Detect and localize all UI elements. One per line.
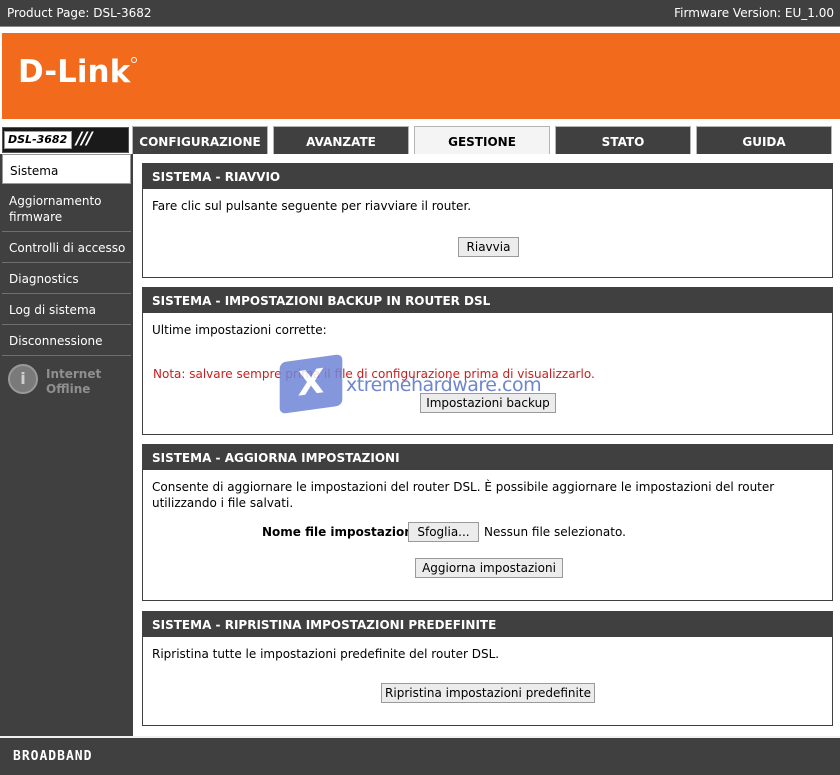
section-text: Consente di aggiornare le impostazioni d… [152, 480, 775, 510]
sidebar-item-sistema[interactable]: Sistema [2, 154, 131, 184]
section-aggiorna: SISTEMA - AGGIORNA IMPOSTAZIONI Consente… [142, 444, 833, 601]
tab-avanzate[interactable]: AVANZATE [273, 126, 409, 154]
firmware-version-label: Firmware Version: EU_1.00 [674, 6, 834, 20]
tab-stato[interactable]: STATO [555, 126, 691, 154]
aggiorna-impostazioni-button[interactable]: Aggiorna impostazioni [415, 558, 563, 578]
sidebar-item-diagnostics[interactable]: Diagnostics [2, 263, 131, 294]
file-label: Nome file impostazioni: [262, 525, 422, 539]
section-text: Ultime impostazioni corrette: [152, 323, 327, 337]
sidebar-item-controlli-accesso[interactable]: Controlli di accesso [2, 232, 131, 263]
section-title: SISTEMA - RIAVVIO [143, 164, 832, 189]
section-text: Ripristina tutte le impostazioni predefi… [152, 647, 500, 661]
ripristina-impostazioni-button[interactable]: Ripristina impostazioni predefinite [381, 683, 595, 703]
main-content: SISTEMA - RIAVVIO Fare clic sul pulsante… [133, 154, 840, 736]
info-icon: i [8, 364, 38, 394]
sfoglia-button[interactable]: Sfoglia... [408, 522, 479, 542]
section-title: SISTEMA - AGGIORNA IMPOSTAZIONI [143, 445, 832, 470]
registered-mark [131, 57, 138, 63]
section-riavvio: SISTEMA - RIAVVIO Fare clic sul pulsante… [142, 163, 833, 278]
sidebar-item-disconnessione[interactable]: Disconnessione [2, 325, 131, 356]
dlink-logo: D-Link [18, 54, 138, 90]
section-title: SISTEMA - IMPOSTAZIONI BACKUP IN ROUTER … [143, 288, 832, 313]
file-status: Nessun file selezionato. [484, 525, 626, 539]
footer-broadband: BROADBAND [13, 749, 93, 764]
product-page-label: Product Page: DSL-3682 [7, 6, 152, 20]
model-slashes: /// [76, 129, 93, 149]
sidebar-item-log-sistema[interactable]: Log di sistema [2, 294, 131, 325]
nav-row: DSL-3682 /// CONFIGURAZIONE AVANZATE GES… [0, 119, 840, 154]
model-name: DSL-3682 [4, 131, 72, 149]
section-text: Fare clic sul pulsante seguente per riav… [152, 199, 472, 213]
riavvia-button[interactable]: Riavvia [458, 237, 519, 257]
section-title: SISTEMA - RIPRISTINA IMPOSTAZIONI PREDEF… [143, 612, 832, 637]
tab-configurazione[interactable]: CONFIGURAZIONE [132, 126, 268, 154]
sidebar: Sistema Aggiornamento firmware Controlli… [0, 154, 133, 736]
sidebar-item-aggiornamento-firmware[interactable]: Aggiornamento firmware [2, 185, 131, 232]
section-backup: SISTEMA - IMPOSTAZIONI BACKUP IN ROUTER … [142, 287, 833, 435]
tab-guida[interactable]: GUIDA [696, 126, 832, 154]
backup-note: Nota: salvare sempre prima il file di co… [153, 367, 595, 381]
top-bar: Product Page: DSL-3682 Firmware Version:… [0, 0, 840, 27]
brand-header: D-Link [2, 33, 840, 119]
model-badge: DSL-3682 /// [2, 127, 129, 153]
internet-status: i Internet Offline [8, 364, 128, 400]
footer: BROADBAND [0, 736, 840, 775]
tab-gestione[interactable]: GESTIONE [414, 126, 550, 154]
internet-status-text: Internet Offline [46, 367, 102, 396]
impostazioni-backup-button[interactable]: Impostazioni backup [420, 393, 556, 413]
section-ripristina: SISTEMA - RIPRISTINA IMPOSTAZIONI PREDEF… [142, 611, 833, 726]
